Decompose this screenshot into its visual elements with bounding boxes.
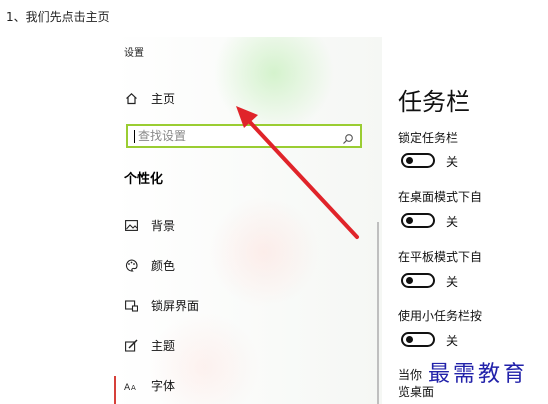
toggle-knob — [406, 277, 413, 284]
settings-sidebar: 设置 主页 个性化 背景 颜色 锁屏界面 主题 — [114, 37, 382, 404]
brush-icon — [124, 339, 138, 353]
search-input[interactable] — [138, 126, 338, 146]
page-title: 任务栏 — [398, 88, 470, 116]
option-label-peek-line1: 当你 — [398, 368, 423, 382]
home-label: 主页 — [151, 92, 176, 106]
svg-text:A: A — [124, 383, 131, 392]
instruction-caption: 1、我们先点击主页 — [6, 10, 110, 24]
toggle-tablet-mode[interactable] — [401, 273, 435, 288]
nav-item-colors[interactable]: 颜色 — [124, 257, 175, 274]
toggle-lock-taskbar[interactable] — [401, 153, 435, 168]
sidebar-scrollbar[interactable] — [377, 222, 379, 404]
toggle-desktop-mode[interactable] — [401, 213, 435, 228]
option-label-lock-taskbar: 锁定任务栏 — [398, 131, 459, 145]
toggle-knob — [406, 336, 413, 343]
nav-label-lock-screen: 锁屏界面 — [151, 299, 200, 313]
font-icon: AA — [124, 379, 138, 393]
svg-text:A: A — [131, 384, 136, 392]
home-icon — [124, 92, 138, 106]
option-label-desktop-mode: 在桌面模式下自 — [398, 190, 483, 204]
lock-screen-icon — [124, 299, 138, 313]
option-label-small-buttons: 使用小任务栏按 — [398, 309, 483, 323]
toggle-state: 关 — [446, 155, 459, 169]
nav-label-fonts: 字体 — [151, 379, 176, 393]
nav-label-background: 背景 — [151, 219, 176, 233]
toggle-state: 关 — [446, 334, 459, 348]
toggle-knob — [406, 217, 413, 224]
nav-item-background[interactable]: 背景 — [124, 217, 175, 234]
picture-icon — [124, 219, 138, 233]
taskbar-settings-pane: 任务栏 锁定任务栏 关 在桌面模式下自 关 在平板模式下自 关 使用小任务栏按 … — [398, 0, 548, 404]
nav-label-themes: 主题 — [151, 339, 176, 353]
window-title: 设置 — [124, 48, 144, 59]
search-icon[interactable] — [342, 130, 354, 149]
text-caret — [134, 130, 135, 143]
home-nav-item[interactable]: 主页 — [124, 90, 175, 107]
red-edge-mark — [114, 376, 116, 404]
toggle-knob — [406, 157, 413, 164]
watermark: 最需教育 — [428, 362, 529, 387]
toggle-state: 关 — [446, 275, 459, 289]
section-title-personalization: 个性化 — [124, 172, 164, 187]
nav-item-lock-screen[interactable]: 锁屏界面 — [124, 297, 199, 314]
toggle-state: 关 — [446, 215, 459, 229]
nav-label-colors: 颜色 — [151, 259, 176, 273]
nav-item-themes[interactable]: 主题 — [124, 337, 175, 354]
option-label-tablet-mode: 在平板模式下自 — [398, 250, 483, 264]
toggle-small-buttons[interactable] — [401, 332, 435, 347]
nav-item-fonts[interactable]: AA 字体 — [124, 377, 175, 394]
search-box[interactable] — [126, 124, 362, 148]
palette-icon — [124, 259, 138, 273]
